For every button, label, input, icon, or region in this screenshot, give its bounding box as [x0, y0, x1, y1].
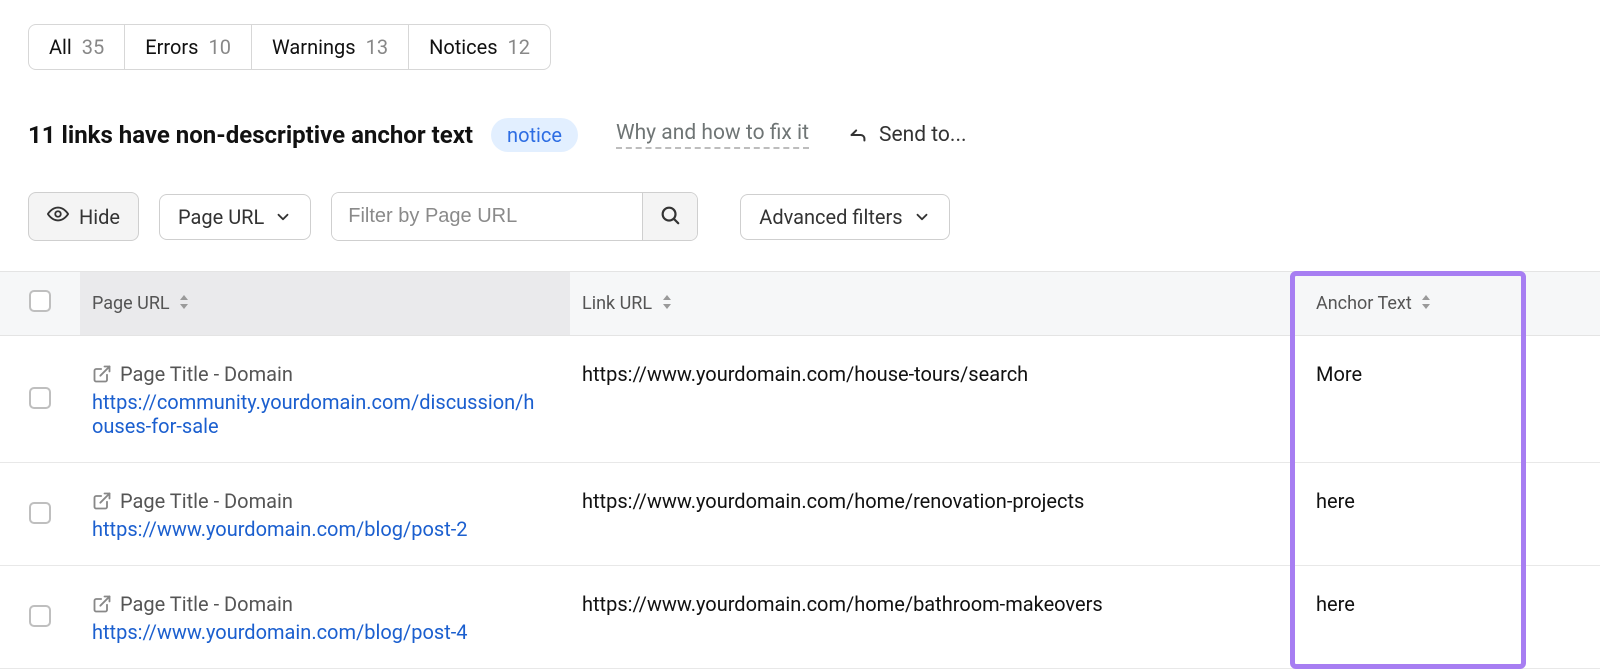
- anchor-text-cell: here: [1290, 566, 1600, 669]
- sort-icon: [178, 293, 190, 314]
- hide-label: Hide: [79, 205, 120, 229]
- page-url-selector[interactable]: Page URL: [159, 194, 311, 240]
- anchor-text-cell: here: [1290, 463, 1600, 566]
- filter-tab-errors[interactable]: Errors 10: [125, 25, 252, 69]
- filter-tab-label: Errors: [145, 35, 198, 59]
- sort-icon: [661, 293, 673, 314]
- row-checkbox[interactable]: [29, 502, 51, 524]
- header-link-url[interactable]: Link URL: [570, 272, 1290, 336]
- header-link-url-label: Link URL: [582, 293, 652, 314]
- external-link-icon: [92, 364, 112, 384]
- page-title: Page Title - Domain: [120, 362, 293, 386]
- table-row: Page Title - Domain https://community.yo…: [0, 336, 1600, 463]
- share-arrow-icon: [847, 124, 869, 146]
- search-button[interactable]: [642, 193, 697, 240]
- header-page-url[interactable]: Page URL: [80, 272, 570, 336]
- filter-input[interactable]: [332, 193, 642, 240]
- table-row: Page Title - Domain https://www.yourdoma…: [0, 463, 1600, 566]
- page-title: Page Title - Domain: [120, 592, 293, 616]
- issue-title: 11 links have non-descriptive anchor tex…: [28, 121, 473, 149]
- external-link-icon: [92, 491, 112, 511]
- filter-tab-warnings[interactable]: Warnings 13: [252, 25, 409, 69]
- filter-input-group: [331, 192, 698, 241]
- issues-table-wrap: Page URL Link URL Anchor Text: [0, 271, 1600, 669]
- header-checkbox-cell: [0, 272, 80, 336]
- page-url-selector-label: Page URL: [178, 205, 264, 229]
- page-url-link[interactable]: https://www.yourdomain.com/blog/post-4: [92, 620, 542, 644]
- link-url-cell: https://www.yourdomain.com/home/bathroom…: [570, 566, 1290, 669]
- advanced-filters-label: Advanced filters: [759, 205, 902, 229]
- issues-table: Page URL Link URL Anchor Text: [0, 271, 1600, 669]
- eye-icon: [47, 203, 69, 230]
- chevron-down-icon: [274, 208, 292, 226]
- filter-tab-count: 13: [366, 35, 388, 59]
- advanced-filters-button[interactable]: Advanced filters: [740, 194, 949, 240]
- sort-icon: [1420, 293, 1432, 314]
- page-url-link[interactable]: https://www.yourdomain.com/blog/post-2: [92, 517, 542, 541]
- filter-tab-label: Warnings: [272, 35, 356, 59]
- search-icon: [659, 204, 681, 229]
- link-url-cell: https://www.yourdomain.com/home/renovati…: [570, 463, 1290, 566]
- issue-header: 11 links have non-descriptive anchor tex…: [28, 118, 1576, 152]
- hide-button[interactable]: Hide: [28, 192, 139, 241]
- filter-tab-notices[interactable]: Notices 12: [409, 25, 550, 69]
- filter-tab-all[interactable]: All 35: [29, 25, 125, 69]
- table-row: Page Title - Domain https://www.yourdoma…: [0, 566, 1600, 669]
- filter-tab-label: Notices: [429, 35, 497, 59]
- chevron-down-icon: [913, 208, 931, 226]
- filter-tab-count: 12: [508, 35, 530, 59]
- why-how-to-fix-link[interactable]: Why and how to fix it: [616, 121, 809, 149]
- header-anchor-label: Anchor Text: [1316, 293, 1412, 314]
- select-all-checkbox[interactable]: [29, 290, 51, 312]
- link-url-cell: https://www.yourdomain.com/house-tours/s…: [570, 336, 1290, 463]
- filter-tab-count: 35: [82, 35, 104, 59]
- filter-tabs: All 35 Errors 10 Warnings 13 Notices 12: [28, 24, 551, 70]
- toolbar: Hide Page URL Advanced filters: [28, 192, 1576, 241]
- filter-tab-label: All: [49, 35, 72, 59]
- external-link-icon: [92, 594, 112, 614]
- page-url-link[interactable]: https://community.yourdomain.com/discuss…: [92, 390, 542, 438]
- send-to-label: Send to...: [879, 123, 967, 147]
- header-anchor-text[interactable]: Anchor Text: [1290, 272, 1600, 336]
- row-checkbox[interactable]: [29, 605, 51, 627]
- page-title: Page Title - Domain: [120, 489, 293, 513]
- send-to-button[interactable]: Send to...: [847, 123, 967, 147]
- anchor-text-cell: More: [1290, 336, 1600, 463]
- issue-badge: notice: [491, 118, 578, 152]
- filter-tab-count: 10: [209, 35, 231, 59]
- row-checkbox[interactable]: [29, 387, 51, 409]
- header-page-url-label: Page URL: [92, 293, 170, 314]
